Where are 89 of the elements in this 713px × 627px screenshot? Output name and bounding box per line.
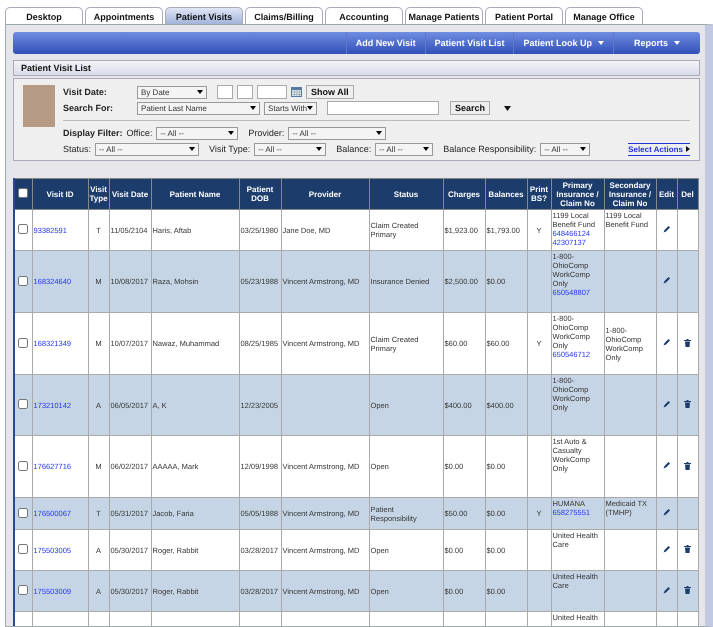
nav-tab[interactable]: Accounting bbox=[325, 7, 403, 25]
trash-icon[interactable] bbox=[684, 545, 691, 553]
nav-tab[interactable]: Desktop bbox=[5, 7, 83, 25]
field-label: Display Filter: bbox=[63, 128, 123, 138]
pencil-icon[interactable] bbox=[663, 277, 670, 284]
dropdown[interactable]: -- All -- bbox=[288, 126, 386, 140]
field-label: Search For: bbox=[63, 103, 114, 113]
dropdown[interactable]: -- All -- bbox=[95, 142, 200, 156]
pencil-icon[interactable] bbox=[663, 509, 670, 516]
nav-tab[interactable]: Manage Office bbox=[565, 7, 643, 25]
dropdown[interactable]: -- All -- bbox=[375, 142, 434, 156]
column-header: Primary Insurance / Claim No bbox=[551, 178, 604, 210]
nav-tab[interactable]: Patient Visits bbox=[165, 7, 243, 25]
column-header: Print BS? bbox=[527, 178, 551, 210]
row-checkbox[interactable] bbox=[18, 544, 28, 554]
caret-icon bbox=[250, 106, 256, 110]
day-field[interactable] bbox=[237, 85, 253, 99]
menu-item[interactable]: Patient Look Up bbox=[513, 32, 613, 54]
row-checkbox[interactable] bbox=[18, 276, 28, 286]
field-label: Office: bbox=[126, 128, 152, 138]
field-label: Visit Date: bbox=[63, 87, 108, 97]
section-title: Patient Visit List bbox=[13, 60, 700, 76]
pencil-icon[interactable] bbox=[663, 586, 670, 594]
dropdown[interactable]: Patient Last Name bbox=[137, 102, 260, 114]
show-all-button[interactable]: Show All bbox=[306, 85, 354, 99]
column-header: Patient Name bbox=[151, 178, 239, 210]
caret-icon bbox=[376, 131, 382, 135]
column-header: Status bbox=[369, 178, 443, 210]
expand-icon[interactable] bbox=[504, 106, 512, 110]
column-header: Del bbox=[677, 178, 698, 210]
field-label: Visit Type: bbox=[209, 144, 250, 154]
select-actions-link[interactable]: Select Actions bbox=[628, 142, 690, 156]
triangle-icon bbox=[686, 146, 690, 152]
caret-icon bbox=[197, 90, 203, 94]
calendar-icon[interactable] bbox=[291, 87, 302, 97]
caret-icon bbox=[598, 41, 604, 45]
menu-item[interactable]: Patient Visit List bbox=[424, 32, 514, 54]
dropdown[interactable]: -- All -- bbox=[540, 142, 590, 156]
caret-icon bbox=[189, 147, 196, 151]
caret-icon bbox=[674, 41, 680, 45]
pencil-icon[interactable] bbox=[663, 546, 670, 552]
row-checkbox[interactable] bbox=[18, 338, 28, 348]
dropdown[interactable]: -- All -- bbox=[156, 126, 238, 140]
trash-icon[interactable] bbox=[684, 586, 691, 594]
caret-icon bbox=[423, 147, 430, 151]
pencil-icon[interactable] bbox=[663, 400, 670, 408]
trash-icon[interactable] bbox=[684, 462, 691, 470]
year-field[interactable] bbox=[257, 85, 287, 99]
menu-item[interactable]: Add New Visit bbox=[346, 32, 425, 54]
caret-icon bbox=[228, 131, 234, 135]
nav-tab[interactable]: Claims/Billing bbox=[245, 7, 323, 25]
month-field[interactable] bbox=[217, 85, 233, 99]
nav-tab[interactable]: Appointments bbox=[85, 7, 163, 25]
column-header: Secondary Insurance / Claim No bbox=[604, 178, 656, 210]
field-label: Balance: bbox=[336, 144, 372, 154]
column-header: Visit Type bbox=[88, 178, 109, 210]
row-checkbox[interactable] bbox=[18, 399, 28, 409]
dropdown[interactable]: -- All -- bbox=[254, 142, 326, 156]
column-header: Edit bbox=[656, 178, 677, 210]
pencil-icon[interactable] bbox=[663, 339, 670, 346]
row-checkbox[interactable] bbox=[18, 508, 28, 518]
trash-icon[interactable] bbox=[684, 338, 691, 346]
column-header: Visit Date bbox=[109, 178, 151, 210]
dropdown[interactable]: By Date bbox=[137, 86, 207, 98]
row-checkbox[interactable] bbox=[18, 585, 28, 595]
row-checkbox[interactable] bbox=[18, 460, 28, 470]
pencil-icon[interactable] bbox=[663, 462, 670, 469]
caret-icon bbox=[580, 147, 586, 151]
search-field[interactable] bbox=[327, 101, 439, 115]
nav-tab[interactable]: Manage Patients bbox=[405, 7, 483, 25]
field-label: Status: bbox=[63, 144, 92, 154]
dropdown[interactable]: Starts With bbox=[264, 102, 317, 114]
caret-icon bbox=[316, 147, 322, 151]
menu-item[interactable]: Reports bbox=[613, 32, 700, 54]
search-button[interactable]: Search bbox=[450, 101, 490, 115]
column-header: Charges bbox=[443, 178, 485, 210]
column-header: Patient DOB bbox=[239, 178, 281, 210]
pencil-icon[interactable] bbox=[663, 226, 670, 232]
column-header: Balances bbox=[485, 178, 527, 210]
select-all-checkbox[interactable] bbox=[18, 188, 28, 198]
nav-tab[interactable]: Patient Portal bbox=[485, 7, 563, 25]
photo-placeholder bbox=[23, 85, 55, 127]
field-label: Balance Responsibility: bbox=[443, 144, 536, 154]
column-header: Provider bbox=[281, 178, 369, 210]
field-label: Provider: bbox=[248, 128, 284, 138]
trash-icon[interactable] bbox=[684, 400, 691, 408]
column-header: Visit ID bbox=[32, 178, 88, 210]
row-checkbox[interactable] bbox=[18, 224, 28, 234]
caret-icon bbox=[307, 106, 313, 110]
